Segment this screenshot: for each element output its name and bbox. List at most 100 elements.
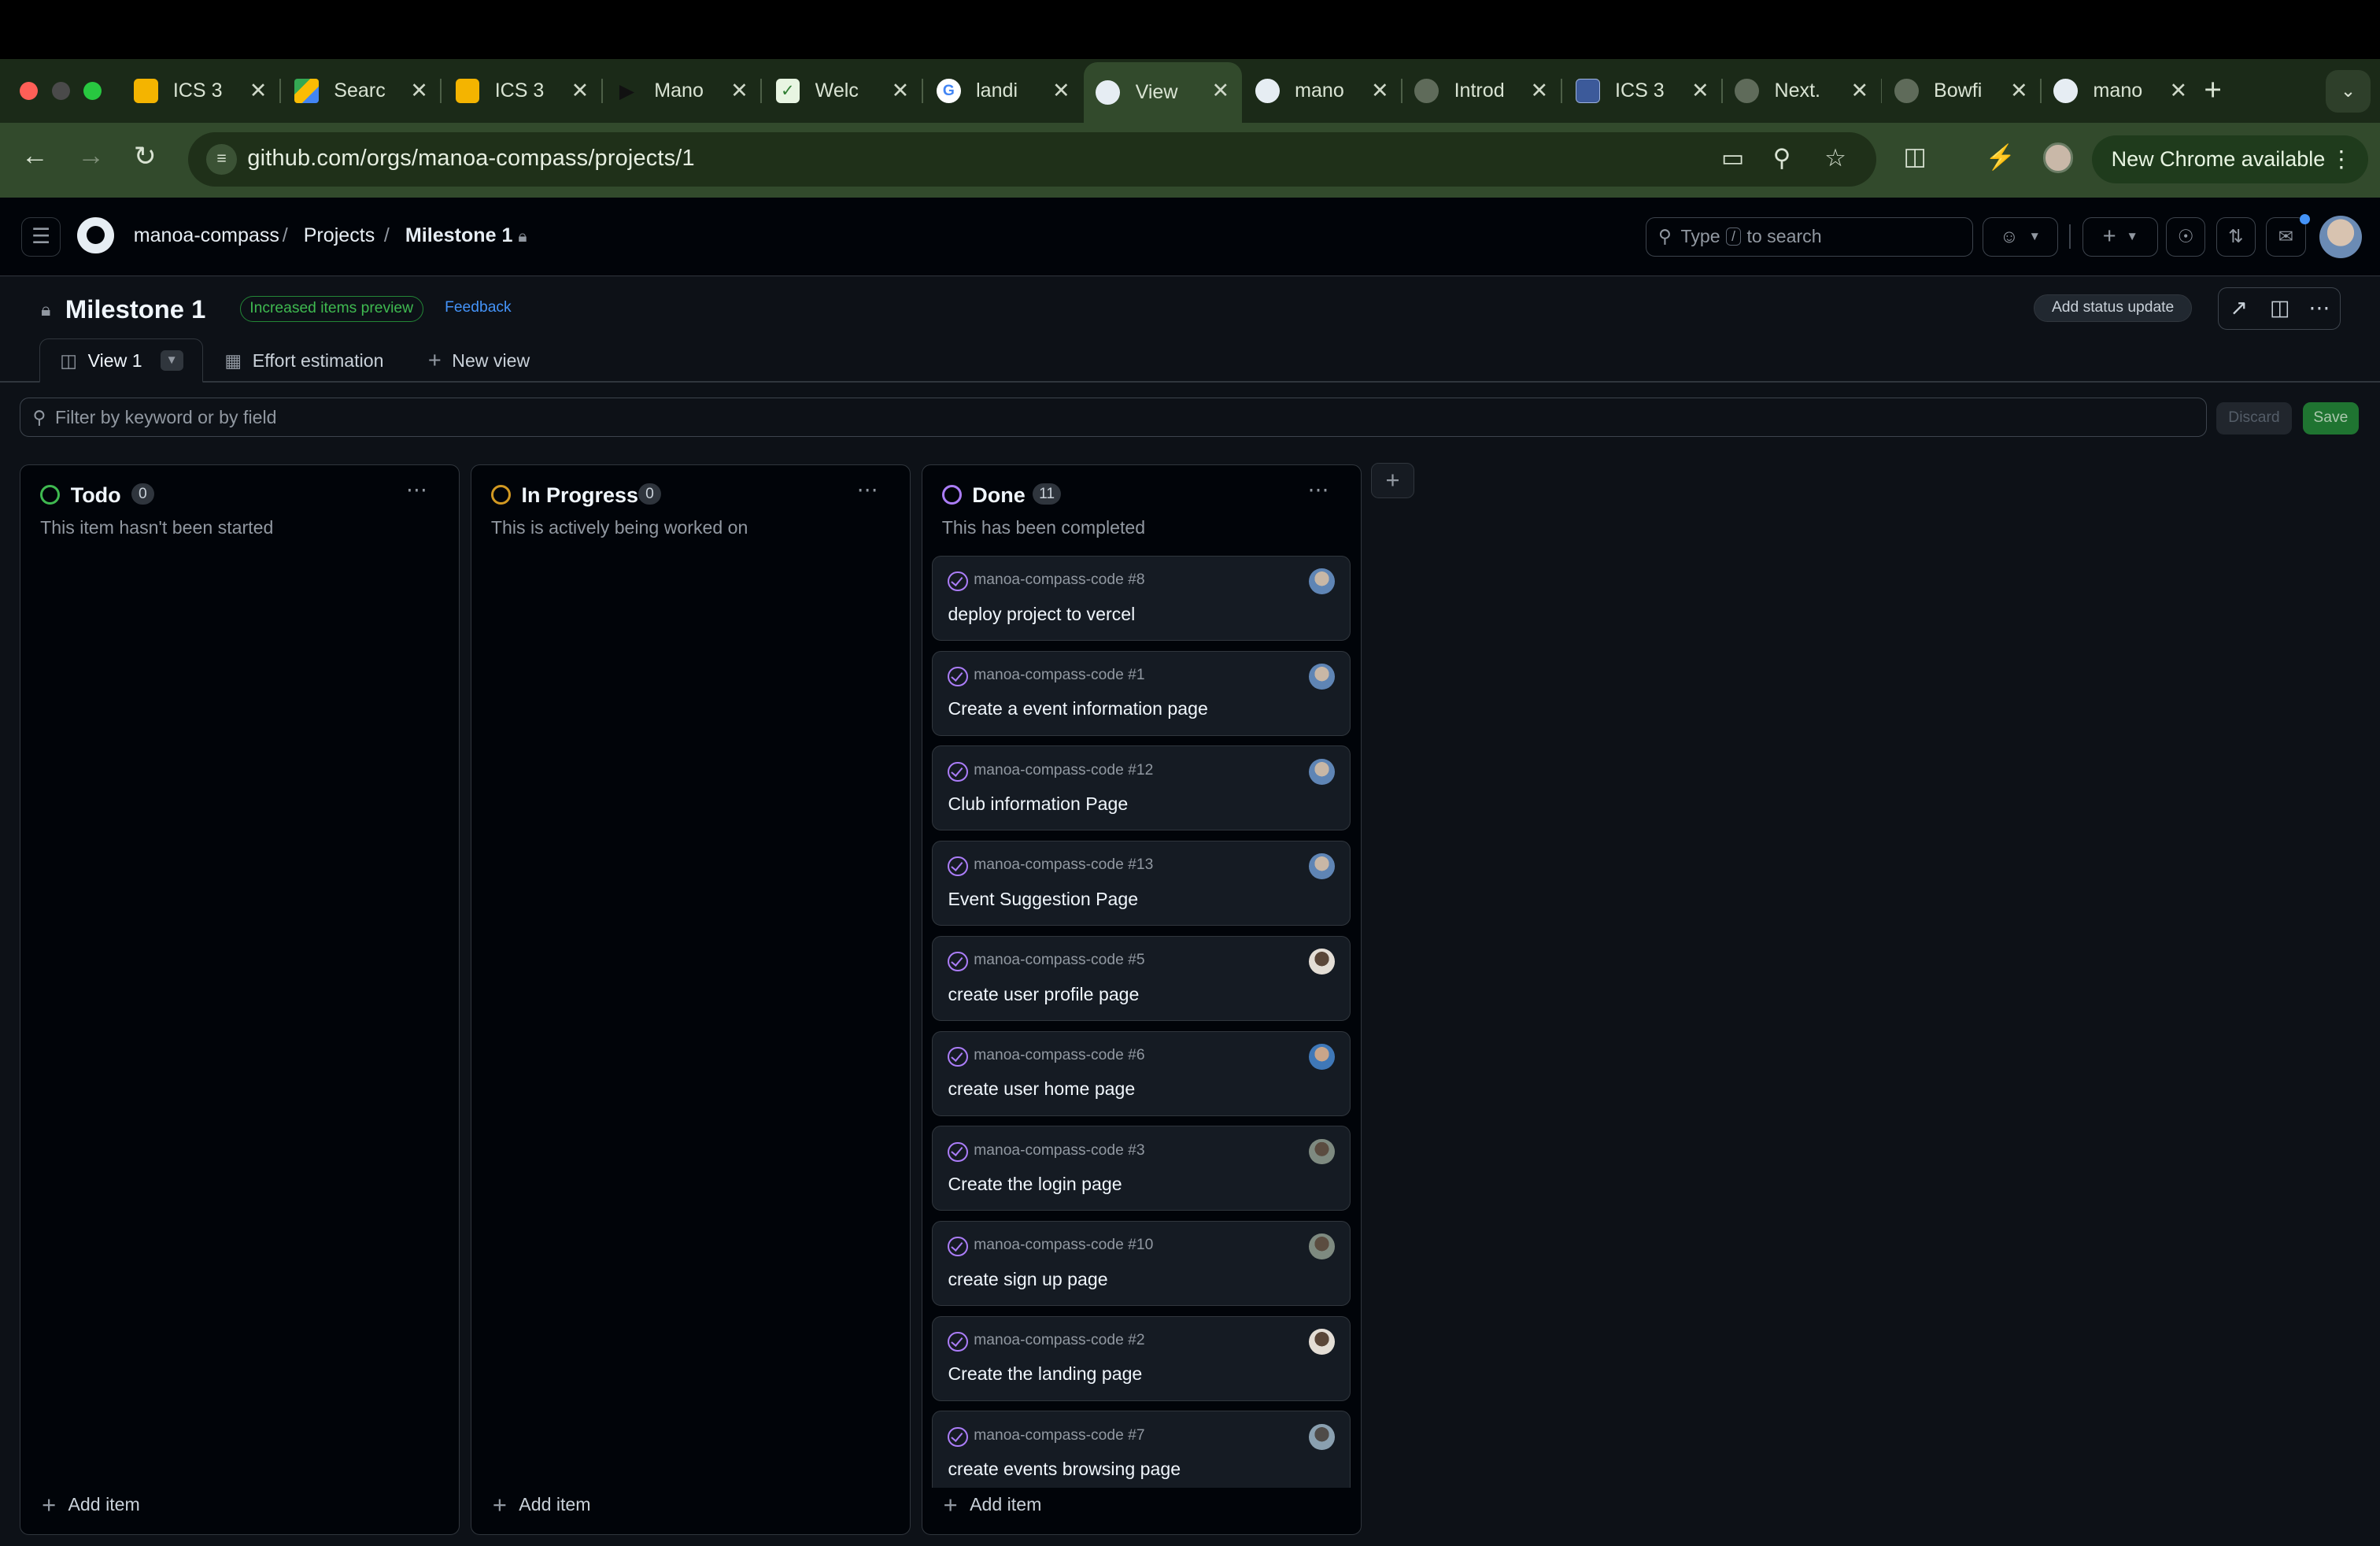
assignee-avatar[interactable] bbox=[1309, 1233, 1336, 1260]
issue-reference[interactable]: manoa-compass-code #13 bbox=[974, 856, 1153, 874]
issue-card[interactable]: manoa-compass-code #13 Event Suggestion P… bbox=[932, 841, 1351, 926]
browser-tab[interactable]: mano ✕ bbox=[2042, 68, 2200, 114]
browser-tab[interactable]: Introd ✕ bbox=[1402, 68, 1561, 114]
install-app-icon[interactable]: ▭ bbox=[1721, 144, 1744, 172]
issue-title[interactable]: Club information Page bbox=[948, 793, 1128, 815]
issues-icon[interactable]: ☉ bbox=[2166, 216, 2206, 257]
breadcrumb-org[interactable]: manoa-compass bbox=[134, 224, 279, 247]
search-input[interactable]: ⚲ Type / to search bbox=[1645, 216, 1974, 257]
browser-tab[interactable]: Next. ✕ bbox=[1723, 68, 1881, 114]
issue-reference[interactable]: manoa-compass-code #6 bbox=[974, 1047, 1144, 1064]
discard-button[interactable]: Discard bbox=[2216, 402, 2293, 435]
add-status-update-button[interactable]: Add status update bbox=[2034, 294, 2192, 322]
notifications-inbox-icon[interactable]: ✉ bbox=[2266, 216, 2306, 257]
bookmark-star-icon[interactable]: ☆ bbox=[1824, 144, 1846, 172]
issue-card[interactable]: manoa-compass-code #1 Create a event info… bbox=[932, 650, 1351, 736]
close-tab-icon[interactable]: ✕ bbox=[1850, 79, 1868, 103]
issue-card[interactable]: manoa-compass-code #8 deploy project to v… bbox=[932, 555, 1351, 641]
tab-effort-estimation[interactable]: ▦ Effort estimation bbox=[224, 338, 383, 383]
close-tab-icon[interactable]: ✕ bbox=[1052, 79, 1070, 103]
breadcrumb-projects[interactable]: Projects bbox=[304, 224, 375, 247]
issue-card[interactable]: manoa-compass-code #6 create user home pa… bbox=[932, 1030, 1351, 1116]
add-item-button[interactable]: + Add item bbox=[944, 1491, 1042, 1519]
view-options-dropdown-icon[interactable]: ▼ bbox=[160, 350, 183, 371]
issue-reference[interactable]: manoa-compass-code #7 bbox=[974, 1427, 1144, 1444]
assignee-avatar[interactable] bbox=[1309, 1423, 1336, 1450]
close-tab-icon[interactable]: ✕ bbox=[892, 79, 910, 103]
project-title[interactable]: Milestone 1 bbox=[65, 294, 205, 324]
close-tab-icon[interactable]: ✕ bbox=[1371, 79, 1389, 103]
column-menu-icon[interactable]: ⋯ bbox=[857, 478, 880, 502]
close-tab-icon[interactable]: ✕ bbox=[249, 79, 268, 103]
filter-input[interactable]: ⚲ Filter by keyword or by field bbox=[20, 398, 2208, 438]
back-button[interactable]: ← bbox=[21, 141, 49, 172]
issue-reference[interactable]: manoa-compass-code #1 bbox=[974, 667, 1144, 684]
issue-card[interactable]: manoa-compass-code #12 Club information P… bbox=[932, 745, 1351, 831]
profile-avatar[interactable] bbox=[2042, 142, 2074, 173]
assignee-avatar[interactable] bbox=[1309, 758, 1336, 785]
issue-reference[interactable]: manoa-compass-code #8 bbox=[974, 571, 1144, 589]
issue-title[interactable]: create sign up page bbox=[948, 1269, 1107, 1290]
create-new-button[interactable]: + ▼ bbox=[2082, 216, 2159, 257]
browser-tab[interactable]: ICS 3 ✕ bbox=[443, 68, 601, 114]
assignee-avatar[interactable] bbox=[1309, 1329, 1336, 1355]
browser-tab[interactable]: ✓ Welc ✕ bbox=[763, 68, 922, 114]
performance-icon[interactable]: ⚡ bbox=[1986, 142, 2016, 172]
browser-tab[interactable]: ICS 3 ✕ bbox=[1563, 68, 1721, 114]
copilot-button[interactable]: ☺ ▼ bbox=[1982, 216, 2059, 257]
pull-requests-icon[interactable]: ⇅ bbox=[2216, 216, 2256, 257]
issue-reference[interactable]: manoa-compass-code #5 bbox=[974, 952, 1144, 969]
issue-card[interactable]: manoa-compass-code #10 create sign up pag… bbox=[932, 1220, 1351, 1306]
issue-title[interactable]: create user home page bbox=[948, 1078, 1135, 1100]
add-item-button[interactable]: + Add item bbox=[493, 1491, 591, 1519]
forward-button[interactable]: → bbox=[77, 141, 105, 172]
browser-tab[interactable]: View ✕ bbox=[1084, 62, 1242, 124]
assignee-avatar[interactable] bbox=[1309, 568, 1336, 595]
user-avatar[interactable] bbox=[2319, 215, 2362, 258]
hamburger-menu-icon[interactable]: ☰ bbox=[21, 216, 61, 257]
issue-reference[interactable]: manoa-compass-code #10 bbox=[974, 1237, 1153, 1254]
site-info-icon[interactable]: ≡ bbox=[206, 144, 237, 175]
issue-card[interactable]: manoa-compass-code #5 create user profile… bbox=[932, 935, 1351, 1021]
issue-card[interactable]: manoa-compass-code #3 Create the login pa… bbox=[932, 1126, 1351, 1211]
close-tab-icon[interactable]: ✕ bbox=[1531, 79, 1549, 103]
browser-tab[interactable]: Bowfi ✕ bbox=[1882, 68, 2040, 114]
close-tab-icon[interactable]: ✕ bbox=[571, 79, 589, 103]
add-column-button[interactable]: + bbox=[1370, 463, 1415, 498]
issue-title[interactable]: Event Suggestion Page bbox=[948, 889, 1138, 910]
issue-title[interactable]: create events browsing page bbox=[948, 1459, 1181, 1480]
column-menu-icon[interactable]: ⋯ bbox=[406, 478, 429, 502]
assignee-avatar[interactable] bbox=[1309, 664, 1336, 690]
tab-view-1[interactable]: ◫ View 1 ▼ bbox=[39, 338, 204, 383]
issue-title[interactable]: Create the login page bbox=[948, 1174, 1122, 1195]
browser-tab[interactable]: ICS 3 ✕ bbox=[121, 68, 279, 114]
close-tab-icon[interactable]: ✕ bbox=[1212, 79, 1230, 103]
browser-tab[interactable]: mano ✕ bbox=[1244, 68, 1402, 114]
side-panel-icon[interactable]: ◫ bbox=[2259, 287, 2301, 330]
browser-tab[interactable]: Glandi ✕ bbox=[925, 68, 1083, 114]
assignee-avatar[interactable] bbox=[1309, 949, 1336, 975]
tab-search-button[interactable]: ⌄ bbox=[2325, 69, 2371, 113]
issue-title[interactable]: deploy project to vercel bbox=[948, 604, 1135, 625]
minimize-window-button[interactable] bbox=[51, 82, 70, 101]
url-text[interactable]: github.com/orgs/manoa-compass/projects/1 bbox=[247, 146, 694, 172]
issue-title[interactable]: Create a event information page bbox=[948, 698, 1207, 719]
close-tab-icon[interactable]: ✕ bbox=[730, 79, 748, 103]
assignee-avatar[interactable] bbox=[1309, 1043, 1336, 1070]
issue-reference[interactable]: manoa-compass-code #2 bbox=[974, 1332, 1144, 1349]
close-tab-icon[interactable]: ✕ bbox=[1691, 79, 1709, 103]
feedback-link[interactable]: Feedback bbox=[445, 299, 512, 316]
issue-title[interactable]: create user profile page bbox=[948, 984, 1139, 1005]
reload-button[interactable]: ↻ bbox=[134, 141, 157, 172]
issue-title[interactable]: Create the landing page bbox=[948, 1363, 1142, 1385]
github-logo-icon[interactable] bbox=[77, 216, 114, 254]
issue-card[interactable]: manoa-compass-code #2 Create the landing … bbox=[932, 1315, 1351, 1401]
issue-reference[interactable]: manoa-compass-code #3 bbox=[974, 1142, 1144, 1160]
breadcrumb-current[interactable]: Milestone 1 🔒︎ bbox=[405, 224, 527, 247]
issue-card[interactable]: manoa-compass-code #7 create events brows… bbox=[932, 1411, 1351, 1489]
column-menu-icon[interactable]: ⋯ bbox=[1307, 478, 1330, 502]
save-button[interactable]: Save bbox=[2302, 402, 2360, 435]
close-tab-icon[interactable]: ✕ bbox=[2010, 79, 2028, 103]
new-tab-button[interactable]: + bbox=[2204, 73, 2222, 108]
browser-tab[interactable]: Searc ✕ bbox=[283, 68, 441, 114]
